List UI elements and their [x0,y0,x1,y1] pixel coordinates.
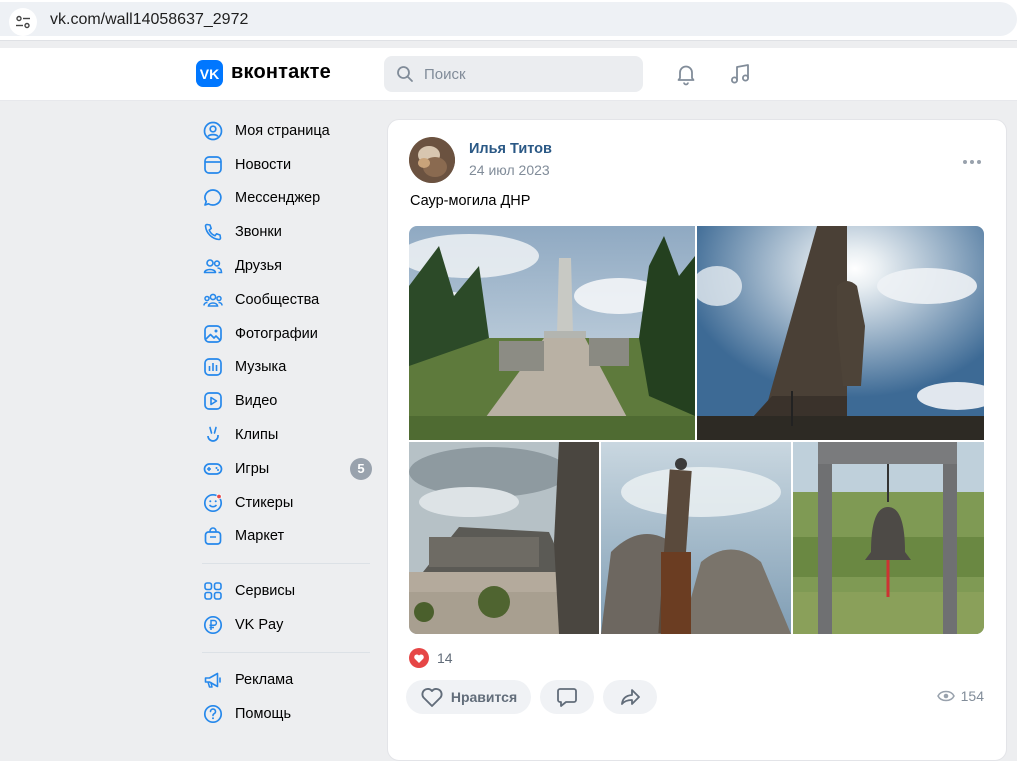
sidebar-item-label: Реклама [235,671,294,688]
clips-icon [202,424,224,446]
like-button[interactable]: Нравится [406,680,531,714]
comment-icon [557,688,577,707]
heart-filled-icon [409,648,429,668]
vkpay-icon [202,614,224,636]
post-photo-3[interactable] [409,442,599,634]
sidebar-item-ads[interactable]: Реклама [196,663,376,697]
message-icon [202,187,224,209]
sidebar-item-label: Стикеры [235,494,294,511]
sidebar-item-label: Мессенджер [235,190,321,207]
sidebar-item-news[interactable]: Новости [196,148,376,182]
sidebar-item-services[interactable]: Сервисы [196,574,376,608]
post-card: Илья Титов 24 июл 2023 Саур-могила ДНР 1… [387,119,1007,761]
search-input[interactable] [424,64,624,84]
music-icon [202,356,224,378]
sidebar-item-label: Игры [235,460,270,477]
sidebar-item-video[interactable]: Видео [196,384,376,418]
phone-icon [202,221,224,243]
sidebar-item-label: Помощь [235,705,292,722]
user-circle-icon [202,120,224,142]
sidebar-item-label: Сообщества [235,291,320,308]
post-photo-2[interactable] [697,226,984,440]
sidebar-item-stickers[interactable]: Стикеры [196,486,376,520]
author-avatar[interactable] [409,137,455,183]
post-date[interactable]: 24 июл 2023 [469,162,550,178]
market-icon [202,525,224,547]
games-icon [202,458,224,480]
notifications-bell-icon[interactable] [674,62,698,86]
music-note-icon[interactable] [728,62,752,86]
sidebar-item-market[interactable]: Маркет [196,520,376,554]
post-text: Саур-могила ДНР [410,193,531,209]
share-button[interactable] [603,680,657,714]
left-sidebar: Моя страница Новости Мессенджер Звонки Д… [196,114,376,731]
post-actions: Нравится [406,680,666,714]
vk-header: VK вконтакте [0,48,1017,101]
ads-megaphone-icon [202,669,224,691]
stickers-icon [202,492,224,514]
post-author-link[interactable]: Илья Титов [469,141,552,157]
sidebar-divider [202,563,370,565]
likes-summary[interactable]: 14 [409,648,453,668]
sidebar-item-label: Музыка [235,359,287,376]
comment-button[interactable] [540,680,594,714]
games-count-badge: 5 [350,457,372,480]
sidebar-divider [202,651,370,653]
sidebar-item-label: Звонки [235,224,282,241]
views-counter: 154 [936,688,984,704]
heart-outline-icon [421,687,443,707]
sidebar-item-my-page[interactable]: Моя страница [196,114,376,148]
likes-count: 14 [437,650,453,666]
sidebar-item-label: Новости [235,156,292,173]
sidebar-item-label: Фотографии [235,325,318,342]
sidebar-item-calls[interactable]: Звонки [196,215,376,249]
sidebar-item-label: Сервисы [235,583,296,600]
views-count: 154 [960,688,984,704]
sidebar-item-vkpay[interactable]: VK Pay [196,608,376,642]
vk-logo-icon[interactable]: VK [196,60,223,87]
search-icon [396,65,414,87]
help-icon [202,703,224,725]
post-photo-5[interactable] [793,442,984,634]
sidebar-item-games[interactable]: Игры 5 [196,452,376,486]
sidebar-item-music[interactable]: Музыка [196,351,376,385]
eye-icon [936,690,955,702]
sidebar-item-communities[interactable]: Сообщества [196,283,376,317]
browser-address-bar: vk.com/wall14058637_2972 [0,0,1017,41]
newsfeed-icon [202,154,224,176]
sidebar-item-label: Маркет [235,528,285,545]
post-photo-4[interactable] [601,442,791,634]
video-icon [202,390,224,412]
services-icon [202,580,224,602]
communities-icon [202,289,224,311]
sidebar-item-friends[interactable]: Друзья [196,249,376,283]
address-field[interactable]: vk.com/wall14058637_2972 [0,2,1017,36]
sidebar-item-label: Моя страница [235,122,330,139]
sidebar-item-label: Видео [235,393,278,410]
vk-logo-text[interactable]: вконтакте [231,61,331,84]
photos-icon [202,323,224,345]
post-photo-1[interactable] [409,226,695,440]
friends-icon [202,255,224,277]
search-box[interactable] [384,56,643,92]
sidebar-item-help[interactable]: Помощь [196,697,376,731]
share-arrow-icon [621,689,640,705]
sidebar-item-label: Клипы [235,427,279,444]
sidebar-item-clips[interactable]: Клипы [196,418,376,452]
sidebar-item-messenger[interactable]: Мессенджер [196,182,376,216]
site-info-icon[interactable] [9,8,37,36]
sidebar-item-photos[interactable]: Фотографии [196,317,376,351]
more-options-icon[interactable] [962,150,982,169]
sidebar-item-label: Друзья [235,258,283,275]
sidebar-item-label: VK Pay [235,617,284,634]
like-label: Нравится [450,689,518,705]
url-text[interactable]: vk.com/wall14058637_2972 [50,11,248,29]
